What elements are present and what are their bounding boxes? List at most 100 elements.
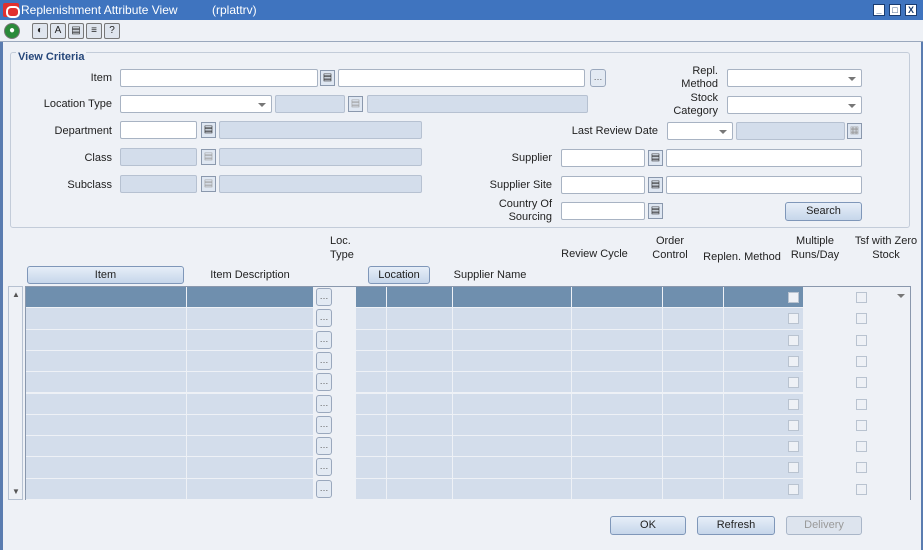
table-cell[interactable] <box>387 393 453 414</box>
table-cell[interactable] <box>387 329 453 350</box>
country-lov-icon[interactable]: ▤ <box>648 203 663 219</box>
multiple-runs-checkbox[interactable] <box>788 441 799 453</box>
multiple-runs-checkbox[interactable] <box>788 377 799 389</box>
comment-icon[interactable]: … <box>316 479 332 498</box>
table-cell[interactable] <box>356 308 387 329</box>
table-cell[interactable] <box>387 414 453 436</box>
table-cell[interactable] <box>335 436 336 457</box>
table-cell[interactable] <box>387 457 453 478</box>
department-lov-icon[interactable]: ▤ <box>201 122 216 138</box>
globe-icon[interactable]: ● <box>4 23 20 39</box>
table-cell[interactable] <box>453 393 572 414</box>
table-cell[interactable] <box>663 414 724 436</box>
table-cell[interactable] <box>335 308 336 329</box>
comment-icon[interactable]: … <box>316 373 332 392</box>
table-cell[interactable] <box>335 372 336 393</box>
comment-icon[interactable]: … <box>316 288 332 306</box>
tsf-zero-stock-checkbox[interactable] <box>856 377 867 389</box>
comment-icon[interactable]: … <box>316 330 332 349</box>
table-cell[interactable] <box>335 457 336 478</box>
table-cell[interactable] <box>572 350 663 372</box>
table-cell[interactable] <box>663 372 724 393</box>
table-cell[interactable] <box>26 308 187 329</box>
close-button[interactable]: X <box>905 4 917 16</box>
table-cell[interactable] <box>26 414 187 436</box>
supplier-site-name-input[interactable] <box>666 176 862 194</box>
table-cell[interactable] <box>187 436 314 457</box>
repl-method-select[interactable] <box>727 69 862 87</box>
table-cell[interactable] <box>356 329 387 350</box>
comment-icon[interactable]: … <box>590 69 606 87</box>
table-cell[interactable] <box>187 308 314 329</box>
comment-icon[interactable]: … <box>316 458 332 477</box>
table-cell[interactable] <box>356 478 387 499</box>
comment-icon[interactable]: … <box>316 351 332 370</box>
table-cell[interactable] <box>387 372 453 393</box>
supplier-site-input[interactable] <box>561 176 645 194</box>
table-cell[interactable] <box>572 414 663 436</box>
table-cell[interactable] <box>453 308 572 329</box>
table-cell[interactable] <box>187 393 314 414</box>
scroll-down-icon[interactable]: ▼ <box>12 487 20 496</box>
comment-icon[interactable]: … <box>316 437 332 456</box>
table-cell[interactable] <box>453 436 572 457</box>
table-cell[interactable] <box>453 372 572 393</box>
maximize-button[interactable]: □ <box>889 4 901 16</box>
table-cell[interactable] <box>26 372 187 393</box>
table-cell[interactable] <box>663 350 724 372</box>
multiple-runs-checkbox[interactable] <box>788 334 799 346</box>
table-row[interactable]: … <box>26 436 910 458</box>
table-cell[interactable] <box>572 287 663 308</box>
refresh-button[interactable]: Refresh <box>697 516 775 535</box>
table-cell[interactable] <box>335 414 336 436</box>
comment-icon[interactable]: … <box>316 394 332 413</box>
supplier-lov-icon[interactable]: ▤ <box>648 150 663 166</box>
table-cell[interactable] <box>453 414 572 436</box>
table-cell[interactable] <box>387 287 453 308</box>
tsf-zero-stock-checkbox[interactable] <box>856 398 867 410</box>
table-cell[interactable] <box>187 478 314 499</box>
multiple-runs-checkbox[interactable] <box>788 313 799 325</box>
tsf-zero-stock-checkbox[interactable] <box>856 292 867 303</box>
table-cell[interactable] <box>26 350 187 372</box>
table-cell[interactable] <box>572 393 663 414</box>
table-cell[interactable] <box>356 457 387 478</box>
table-cell[interactable] <box>572 308 663 329</box>
table-cell[interactable] <box>187 372 314 393</box>
table-cell[interactable] <box>335 393 336 414</box>
table-cell[interactable] <box>335 478 336 499</box>
table-cell[interactable] <box>356 436 387 457</box>
table-row[interactable]: … <box>26 414 910 437</box>
table-cell[interactable] <box>26 329 187 350</box>
table-cell[interactable] <box>453 329 572 350</box>
table-cell[interactable] <box>387 308 453 329</box>
multiple-runs-checkbox[interactable] <box>788 292 799 303</box>
table-row[interactable]: … <box>26 372 910 394</box>
table-cell[interactable] <box>572 457 663 478</box>
multiple-runs-checkbox[interactable] <box>788 483 799 495</box>
table-cell[interactable] <box>26 436 187 457</box>
table-cell[interactable] <box>663 393 724 414</box>
table-cell[interactable] <box>572 329 663 350</box>
table-cell[interactable] <box>335 350 336 372</box>
item-input[interactable] <box>120 69 318 87</box>
tsf-zero-stock-checkbox[interactable] <box>856 462 867 474</box>
supplier-site-lov-icon[interactable]: ▤ <box>648 177 663 193</box>
spell-check-icon[interactable]: A <box>50 23 66 39</box>
tsf-zero-stock-checkbox[interactable] <box>856 419 867 431</box>
table-cell[interactable] <box>572 478 663 499</box>
supplier-name-input[interactable] <box>666 149 862 167</box>
table-cell[interactable] <box>663 478 724 499</box>
table-cell[interactable] <box>453 457 572 478</box>
location-type-select[interactable] <box>120 95 272 113</box>
search-button[interactable]: Search <box>785 202 862 221</box>
country-of-sourcing-input[interactable] <box>561 202 645 220</box>
table-cell[interactable] <box>387 436 453 457</box>
table-cell[interactable] <box>187 287 314 308</box>
table-cell[interactable] <box>356 414 387 436</box>
help-icon[interactable]: ? <box>104 23 120 39</box>
ok-button[interactable]: OK <box>610 516 686 535</box>
minimize-button[interactable]: _ <box>873 4 885 16</box>
table-row[interactable]: … <box>26 329 910 351</box>
table-cell[interactable] <box>663 287 724 308</box>
